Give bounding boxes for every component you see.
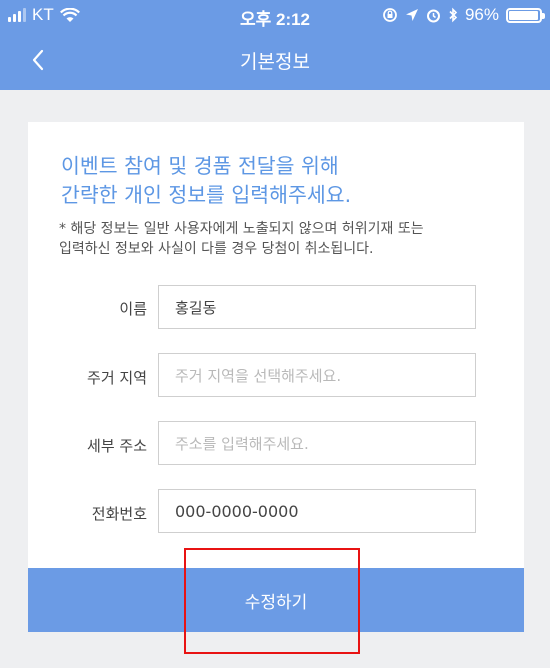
alarm-icon bbox=[426, 9, 440, 22]
bluetooth-icon bbox=[449, 7, 458, 23]
address-field[interactable]: 주소를 입력해주세요. bbox=[158, 421, 476, 465]
form-heading: 이벤트 참여 및 경품 전달을 위해 간략한 개인 정보를 입력해주세요. bbox=[61, 152, 501, 210]
battery-percent: 96% bbox=[464, 5, 499, 24]
status-bar: KT 오후 2:12 96% bbox=[0, 0, 550, 30]
region-label: 주거 지역 bbox=[87, 369, 147, 387]
form-card: 이벤트 참여 및 경품 전달을 위해 간략한 개인 정보를 입력해주세요. * … bbox=[28, 122, 524, 572]
battery-icon bbox=[506, 7, 545, 23]
status-right: 96% bbox=[382, 5, 545, 25]
notice-line-1: * 해당 정보는 일반 사용자에게 노출되지 않으며 허위기재 또는 bbox=[59, 221, 424, 237]
submit-button-label: 수정하기 bbox=[244, 592, 308, 613]
page-title: 기본정보 bbox=[240, 51, 310, 73]
submit-button[interactable]: 수정하기 bbox=[28, 568, 524, 632]
name-field[interactable]: 홍길동 bbox=[158, 285, 476, 329]
heading-line-2: 간략한 개인 정보를 입력해주세요. bbox=[61, 183, 352, 207]
address-label: 세부 주소 bbox=[87, 437, 147, 455]
form-notice: * 해당 정보는 일반 사용자에게 노출되지 않으며 허위기재 또는 입력하신 … bbox=[59, 219, 509, 259]
rotation-lock-icon bbox=[383, 8, 397, 22]
phone-field[interactable]: 000-0000-0000 bbox=[158, 489, 476, 533]
battery-level bbox=[509, 10, 538, 20]
name-label: 이름 bbox=[119, 300, 147, 318]
nav-bar: 기본정보 bbox=[0, 30, 550, 90]
heading-line-1: 이벤트 참여 및 경품 전달을 위해 bbox=[61, 154, 339, 178]
phone-label: 전화번호 bbox=[91, 505, 147, 523]
region-field[interactable]: 주거 지역을 선택해주세요. bbox=[158, 353, 476, 397]
notice-line-2: 입력하신 정보와 사실이 다를 경우 당첨이 취소됩니다. bbox=[59, 241, 374, 257]
location-icon bbox=[405, 9, 418, 21]
